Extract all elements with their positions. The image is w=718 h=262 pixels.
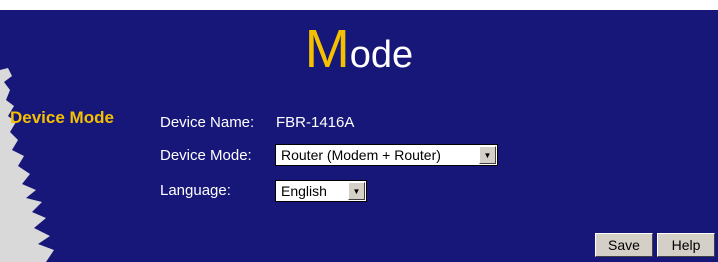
chevron-down-icon[interactable]: ▼	[348, 182, 365, 200]
device-name-label: Device Name:	[160, 114, 255, 131]
title-rest: ode	[349, 34, 414, 76]
section-label: Device Mode	[10, 108, 114, 127]
device-mode-select[interactable]: Router (Modem + Router) ▼	[275, 144, 498, 166]
page-title: Mode	[0, 22, 718, 76]
save-button[interactable]: Save	[595, 233, 653, 257]
chevron-down-icon[interactable]: ▼	[479, 146, 496, 164]
device-mode-value: Router (Modem + Router)	[281, 147, 441, 163]
device-name-value: FBR-1416A	[276, 114, 355, 131]
title-initial: M	[304, 19, 350, 79]
device-mode-label: Device Mode:	[160, 147, 252, 164]
mode-panel: Mode Device Mode Device Name: FBR-1416A …	[0, 10, 718, 262]
language-select[interactable]: English ▼	[275, 180, 367, 202]
language-value: English	[281, 183, 327, 199]
language-label: Language:	[160, 182, 231, 199]
help-button[interactable]: Help	[657, 233, 715, 257]
